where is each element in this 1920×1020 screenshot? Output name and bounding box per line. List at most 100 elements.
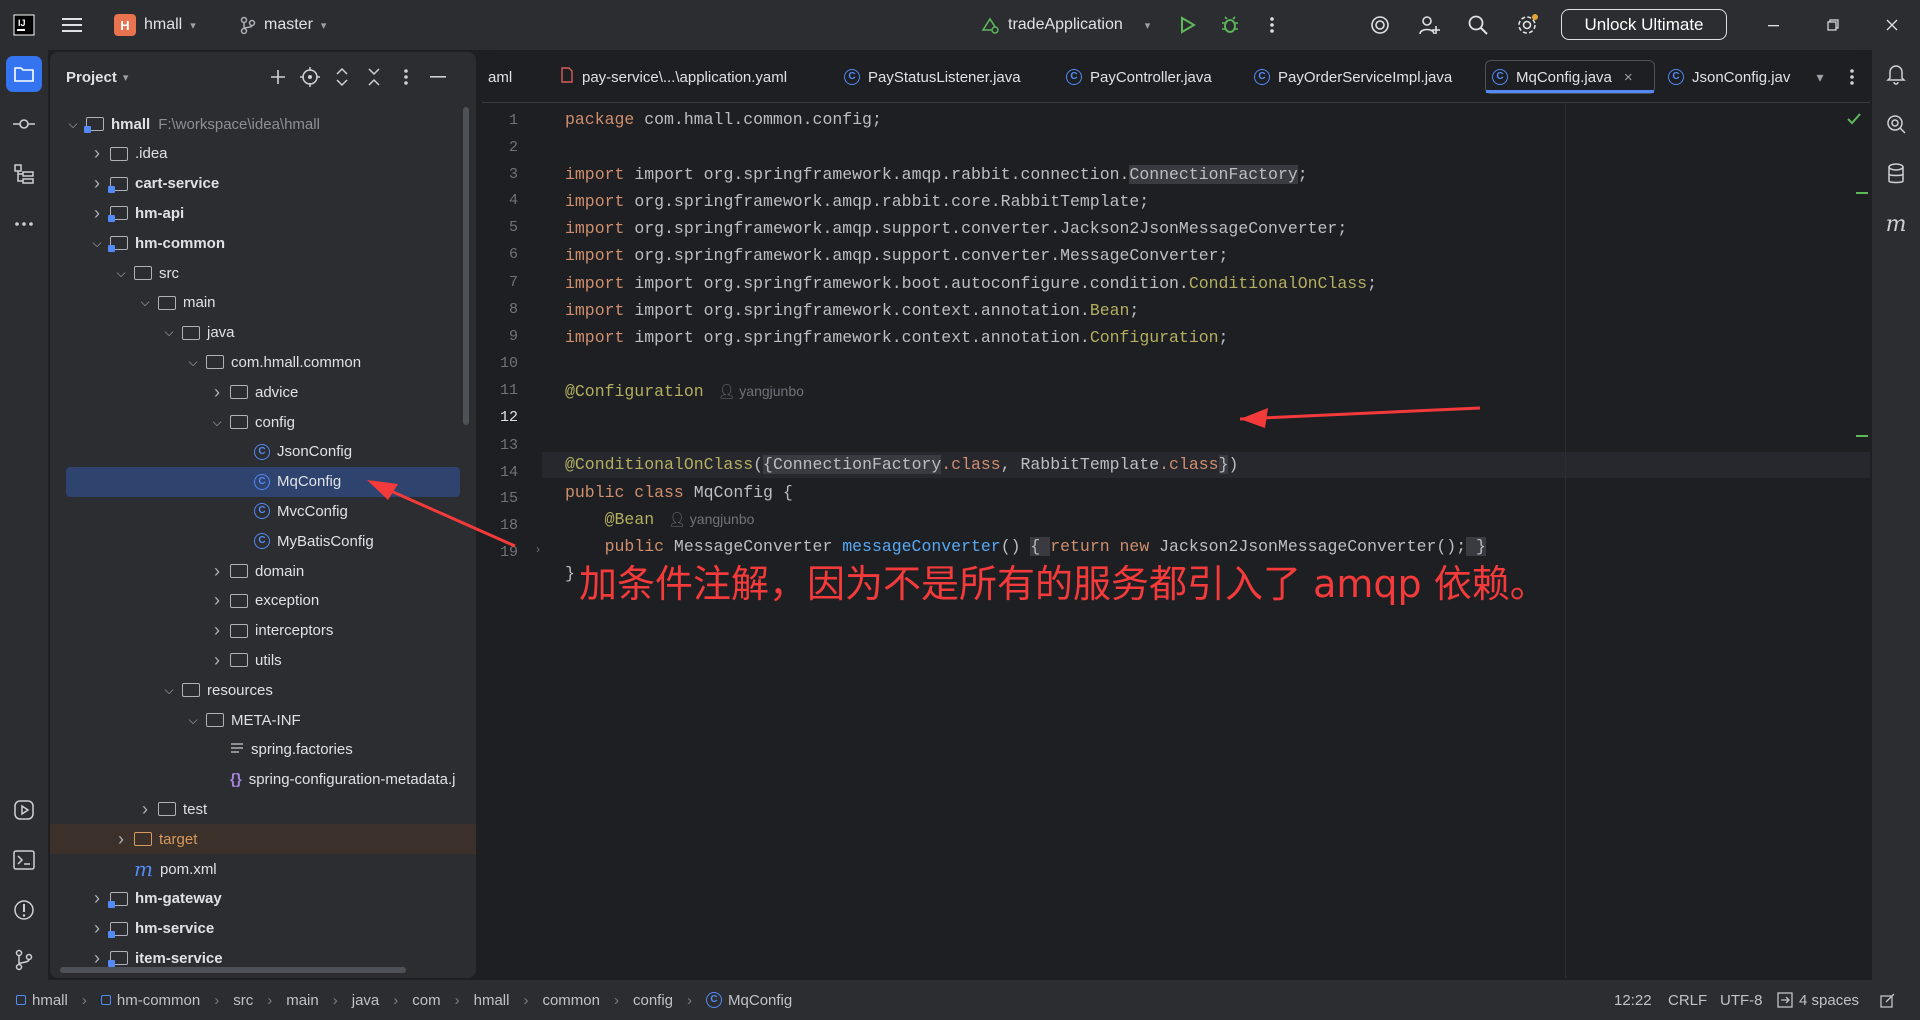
hide-panel-icon[interactable] bbox=[424, 63, 452, 91]
chevron-right-icon[interactable]: › bbox=[90, 888, 104, 909]
breadcrumb-item[interactable]: src bbox=[233, 992, 253, 1009]
close-tab-icon[interactable]: × bbox=[1624, 69, 1633, 86]
tree-item[interactable]: › utils bbox=[50, 645, 476, 675]
tree-item[interactable]: › cart-service bbox=[50, 169, 476, 199]
tree-item[interactable]: ⌵ hmall F:\workspace\idea\hmall bbox=[50, 109, 476, 139]
breadcrumb-item[interactable]: com bbox=[412, 992, 440, 1009]
terminal-icon[interactable] bbox=[10, 846, 38, 874]
tree-vertical-scrollbar[interactable] bbox=[463, 107, 469, 425]
tree-item[interactable]: C JsonConfig bbox=[50, 437, 476, 467]
line-number[interactable]: 19 bbox=[482, 544, 518, 561]
collapse-all-icon[interactable] bbox=[360, 63, 388, 91]
chevron-down-icon[interactable]: ⌵ bbox=[162, 683, 176, 698]
tree-item[interactable]: ⌵ config bbox=[50, 407, 476, 437]
editor-tab[interactable]: aml bbox=[482, 52, 548, 102]
chevron-right-icon[interactable]: › bbox=[90, 173, 104, 194]
chevron-down-icon[interactable]: ⌵ bbox=[162, 325, 176, 340]
problems-icon[interactable] bbox=[10, 896, 38, 924]
maven-icon[interactable]: m bbox=[1882, 210, 1910, 238]
line-number[interactable]: 2 bbox=[482, 139, 518, 156]
editor-options-icon[interactable] bbox=[1838, 63, 1866, 91]
line-number[interactable]: 7 bbox=[482, 274, 518, 291]
chevron-down-icon[interactable]: ⌵ bbox=[186, 355, 200, 370]
editor-tab[interactable]: C PayController.java bbox=[1060, 52, 1241, 102]
line-number[interactable]: 1 bbox=[482, 112, 518, 129]
file-encoding[interactable]: UTF-8 bbox=[1720, 980, 1763, 1020]
line-number[interactable]: 11 bbox=[482, 382, 518, 399]
run-config-selector[interactable]: tradeApplication ▾ bbox=[980, 0, 1150, 50]
chevron-down-icon[interactable]: ⌵ bbox=[210, 415, 224, 430]
tree-item[interactable]: spring.factories bbox=[50, 735, 476, 765]
minimize-icon[interactable] bbox=[1760, 11, 1788, 39]
chevron-down-icon[interactable]: ⌵ bbox=[186, 713, 200, 728]
line-number[interactable]: 4 bbox=[482, 192, 518, 209]
line-number[interactable]: 6 bbox=[482, 246, 518, 263]
chevron-right-icon[interactable]: › bbox=[210, 650, 224, 671]
database-icon[interactable] bbox=[1882, 160, 1910, 188]
editor-tab[interactable]: C PayOrderServiceImpl.java bbox=[1248, 52, 1479, 102]
chevron-right-icon[interactable]: › bbox=[210, 620, 224, 641]
main-menu-icon[interactable] bbox=[58, 11, 86, 39]
chevron-down-icon[interactable]: ⌵ bbox=[90, 236, 104, 251]
tree-item[interactable]: › .idea bbox=[50, 139, 476, 169]
tree-item[interactable]: › domain bbox=[50, 556, 476, 586]
tree-item[interactable]: C MqConfig bbox=[66, 466, 460, 497]
author-hint[interactable]: 👤︎ yangjunbo bbox=[668, 511, 754, 527]
line-number[interactable]: 3 bbox=[482, 166, 518, 183]
project-selector[interactable]: H hmall ▾ bbox=[114, 0, 196, 50]
tree-item[interactable]: ⌵ src bbox=[50, 258, 476, 288]
breadcrumb-item[interactable]: java bbox=[352, 992, 380, 1009]
unlock-ultimate-button[interactable]: Unlock Ultimate bbox=[1561, 9, 1727, 40]
tree-item[interactable]: › target bbox=[50, 824, 476, 855]
tree-item[interactable]: C MyBatisConfig bbox=[50, 526, 476, 556]
tree-item[interactable]: › interceptors bbox=[50, 616, 476, 646]
line-number[interactable]: 8 bbox=[482, 301, 518, 318]
tab-list-chevron-icon[interactable]: ▾ bbox=[1806, 63, 1834, 91]
restore-icon[interactable] bbox=[1819, 11, 1847, 39]
line-number[interactable]: 12 bbox=[482, 409, 518, 426]
services-icon[interactable] bbox=[10, 796, 38, 824]
panel-options-icon[interactable] bbox=[392, 63, 420, 91]
more-tools-icon[interactable] bbox=[10, 210, 38, 238]
line-number[interactable]: 10 bbox=[482, 355, 518, 372]
commit-icon[interactable] bbox=[10, 110, 38, 138]
tree-item[interactable]: › exception bbox=[50, 586, 476, 616]
chevron-right-icon[interactable]: › bbox=[90, 918, 104, 939]
git-icon[interactable] bbox=[10, 946, 38, 974]
line-number[interactable]: 18 bbox=[482, 517, 518, 534]
close-icon[interactable] bbox=[1878, 11, 1906, 39]
line-separator[interactable]: CRLF bbox=[1668, 980, 1707, 1020]
fold-chevron-icon[interactable]: › bbox=[536, 542, 540, 556]
author-hint[interactable]: 👤︎ yangjunbo bbox=[718, 383, 804, 399]
ai-chat-icon[interactable] bbox=[1882, 110, 1910, 138]
chevron-right-icon[interactable]: › bbox=[210, 382, 224, 403]
tree-item[interactable]: › hm-gateway bbox=[50, 884, 476, 914]
structure-icon[interactable] bbox=[10, 160, 38, 188]
project-tool-icon[interactable] bbox=[6, 56, 42, 92]
tree-item[interactable]: ⌵ META-INF bbox=[50, 705, 476, 735]
breadcrumb-item[interactable]: config bbox=[633, 992, 673, 1009]
tree-item[interactable]: › test bbox=[50, 794, 476, 824]
add-user-icon[interactable] bbox=[1415, 11, 1443, 39]
chevron-right-icon[interactable]: › bbox=[114, 829, 128, 850]
indent-setting[interactable]: 4 spaces bbox=[1777, 980, 1859, 1020]
editor-tab[interactable]: C PayStatusListener.java bbox=[838, 52, 1054, 102]
tree-item[interactable]: ⌵ com.hmall.common bbox=[50, 347, 476, 377]
tree-item[interactable]: m pom.xml bbox=[50, 854, 476, 884]
chevron-right-icon[interactable]: › bbox=[210, 561, 224, 582]
editor-tab[interactable]: pay-service\...\application.yaml bbox=[554, 52, 830, 102]
breadcrumb-item[interactable]: MqConfig bbox=[728, 992, 792, 1009]
caret-position[interactable]: 12:22 bbox=[1614, 980, 1652, 1020]
breadcrumb-item[interactable]: hm-common bbox=[117, 992, 200, 1009]
editor-tab[interactable]: C JsonConfig.jav bbox=[1662, 52, 1808, 102]
no-problems-check-icon[interactable] bbox=[1846, 112, 1862, 130]
chevron-right-icon[interactable]: › bbox=[210, 590, 224, 611]
app-logo-icon[interactable]: IJ bbox=[10, 11, 38, 39]
run-icon[interactable] bbox=[1173, 11, 1201, 39]
chevron-down-icon[interactable]: ⌵ bbox=[138, 295, 152, 310]
tree-item[interactable]: ⌵ hm-common bbox=[50, 228, 476, 258]
editor-tab[interactable]: C MqConfig.java × bbox=[1485, 60, 1655, 94]
more-actions-icon[interactable] bbox=[1258, 11, 1286, 39]
expand-all-icon[interactable] bbox=[328, 63, 356, 91]
breadcrumb-item[interactable]: main bbox=[286, 992, 319, 1009]
